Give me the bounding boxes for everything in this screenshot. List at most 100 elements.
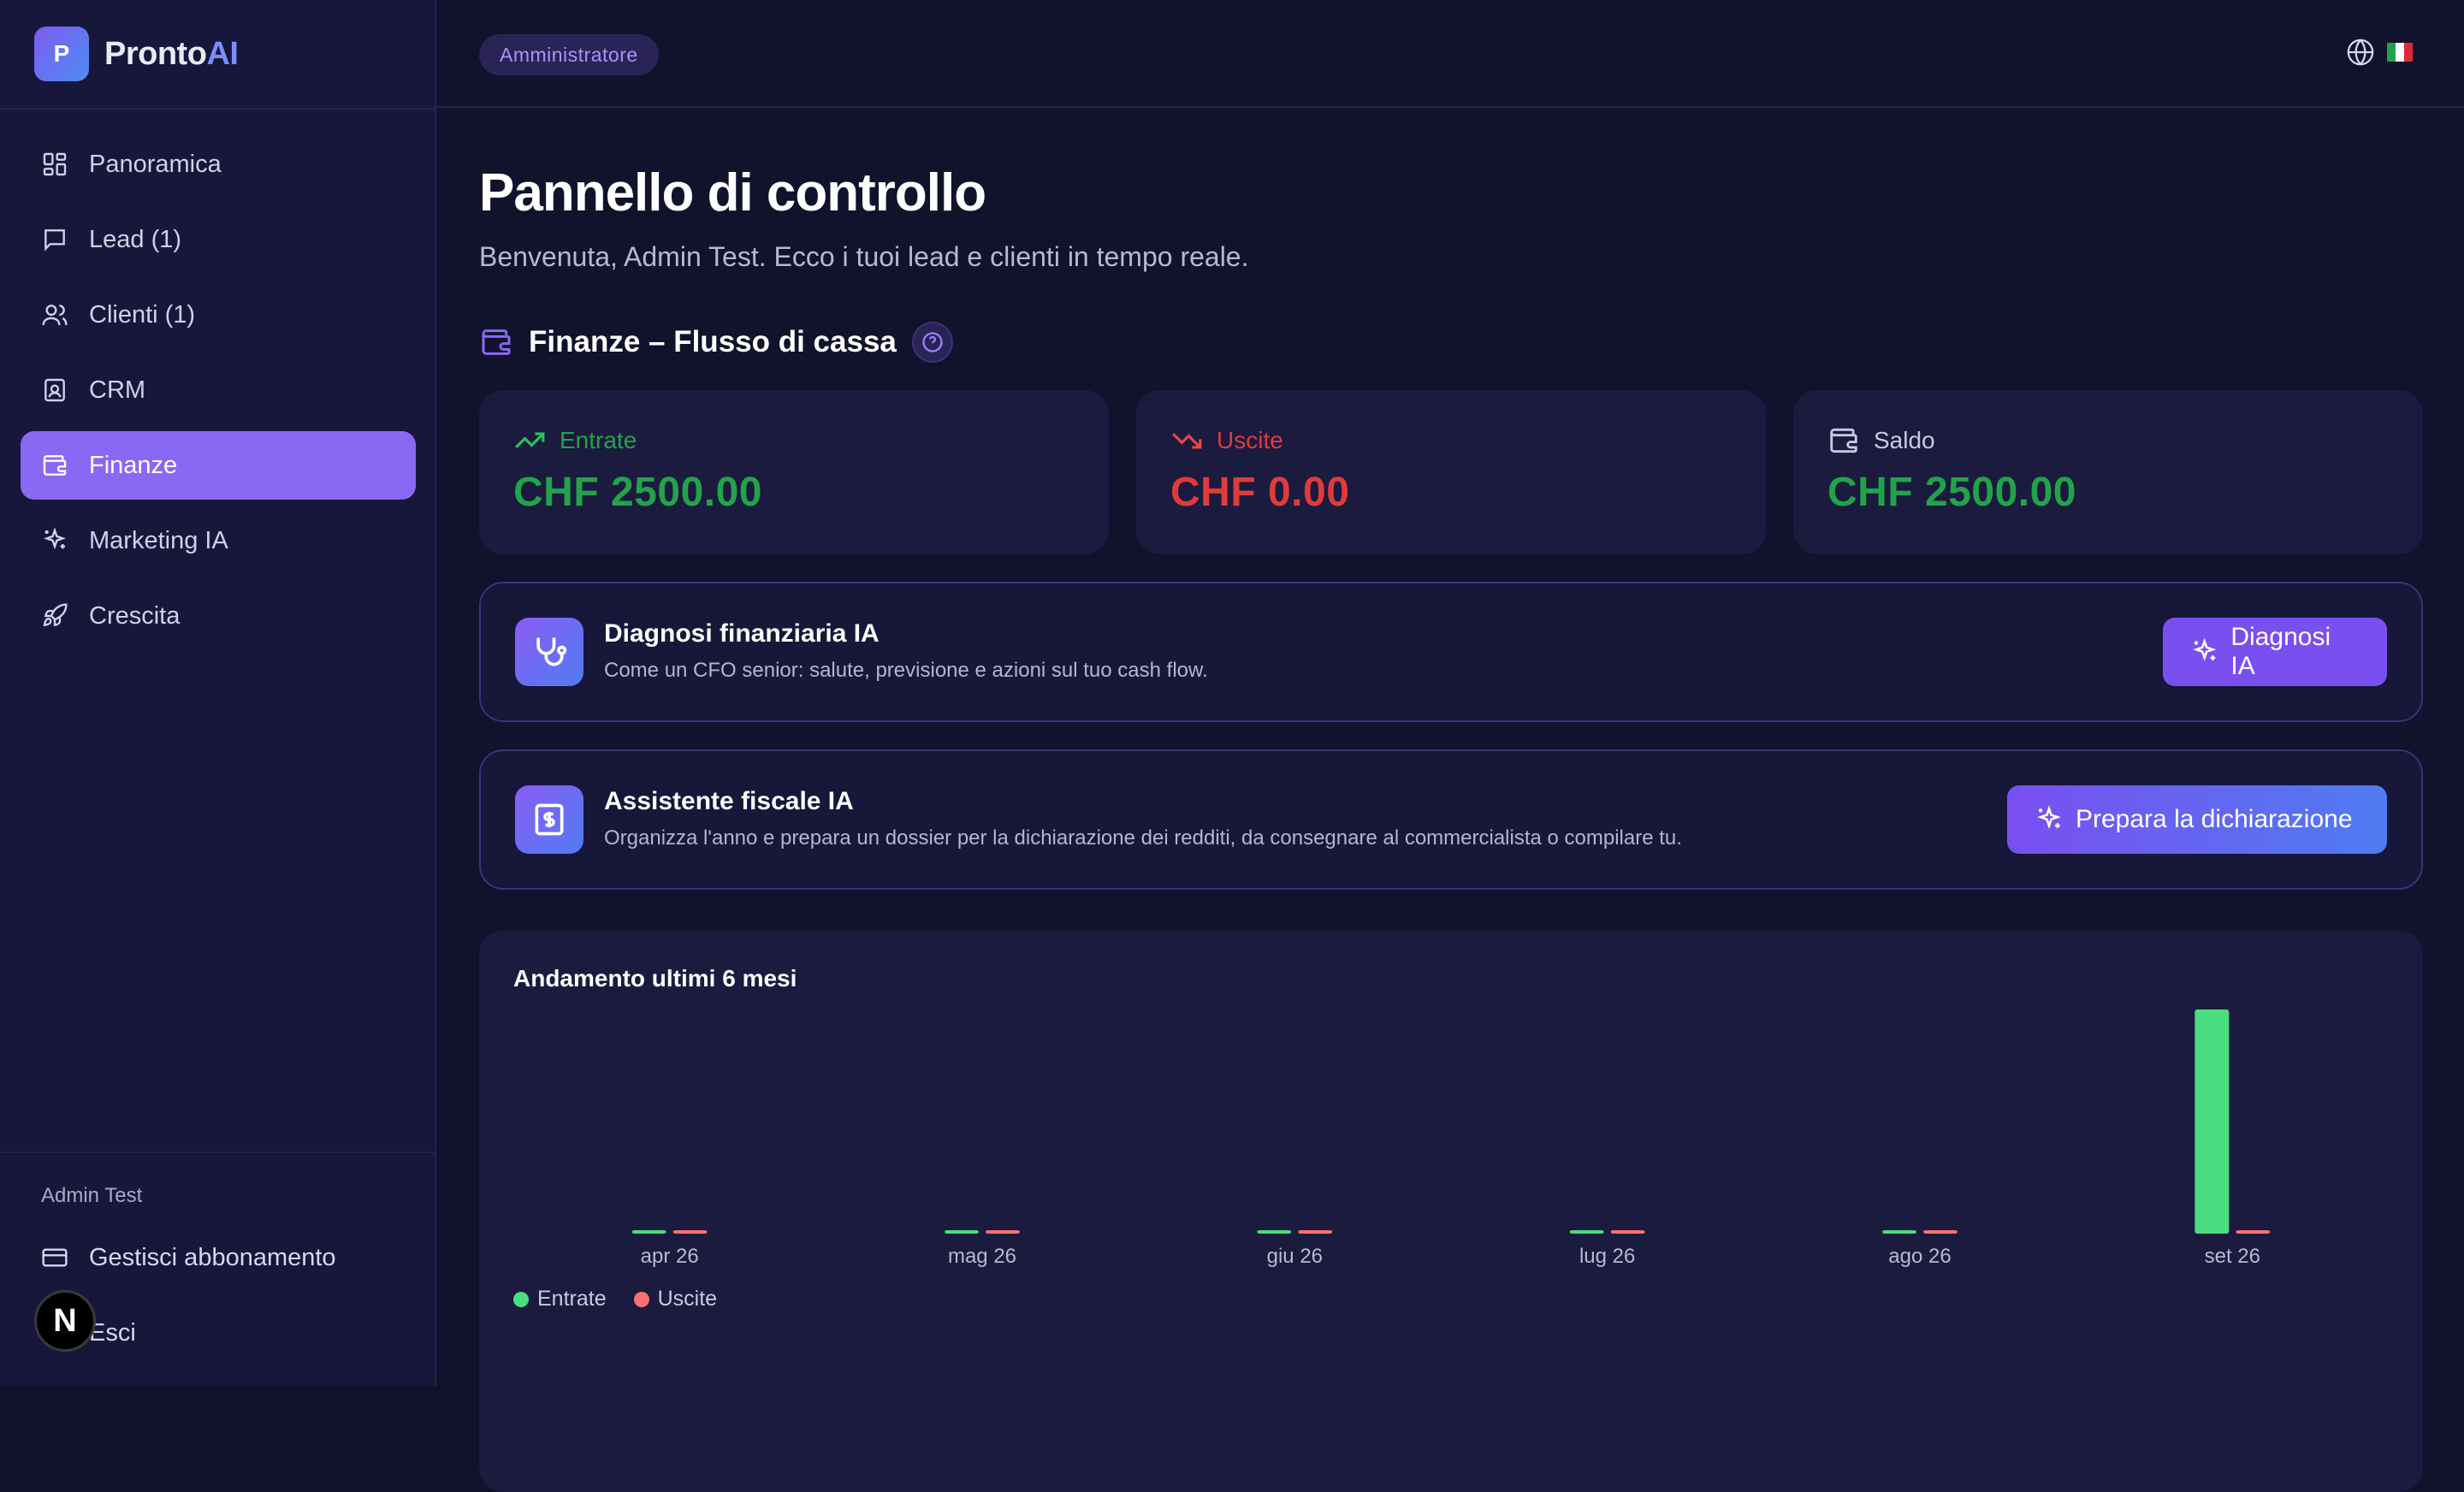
app-logo[interactable]: P ProntoAI — [34, 26, 239, 82]
expenses-label-row: Uscite — [1170, 424, 1732, 457]
user-name: Admin Test — [41, 1184, 143, 1207]
legend-item-uscite[interactable]: Uscite — [633, 1287, 718, 1311]
bar-uscite-set-26[interactable] — [2236, 1230, 2271, 1234]
bar-entrate-mag-26[interactable] — [945, 1230, 979, 1234]
sidebar-item-label: CRM — [89, 376, 146, 404]
legend-item-entrate[interactable]: Entrate — [513, 1287, 607, 1311]
app-name-part1: Pronto — [104, 35, 207, 72]
tax-title: Assistente fiscale IA — [604, 787, 854, 815]
page-title: Pannello di controllo — [479, 163, 986, 222]
legend-label: Uscite — [657, 1287, 718, 1311]
dev-tools-badge[interactable]: N — [34, 1290, 96, 1352]
sparkles-icon — [2037, 805, 2061, 829]
bar-entrate-apr-26[interactable] — [631, 1230, 666, 1234]
contact-icon — [44, 378, 65, 402]
income-value: CHF 2500.00 — [513, 470, 762, 515]
sidebar-item-label: Finanze — [89, 451, 178, 479]
tax-icon-tile — [515, 785, 583, 854]
cashflow-bar-chart: apr 26 mag 26 giu 26 lug 26 ago 26 set 26 — [631, 1009, 2271, 1268]
x-tick-label: lug 26 — [1579, 1245, 1635, 1268]
bar-uscite-mag-26[interactable] — [986, 1230, 1020, 1234]
sidebar-item-lead[interactable]: Lead (1) — [21, 205, 416, 274]
balance-card: Saldo CHF 2500.00 — [1793, 390, 2423, 554]
income-card: Entrate CHF 2500.00 — [479, 390, 1109, 554]
income-label-row: Entrate — [513, 424, 1075, 457]
balance-label-row: Saldo — [1827, 424, 2389, 457]
tax-description: Organizza l'anno e prepara un dossier pe… — [604, 826, 1682, 850]
help-button[interactable] — [911, 322, 953, 363]
bar-entrate-lug-26[interactable] — [1569, 1230, 1604, 1234]
tax-assistant-card: Assistente fiscale IA Organizza l'anno e… — [479, 749, 2423, 890]
x-tick-label: set 26 — [2205, 1245, 2260, 1268]
sidebar-footer: Admin Test Gestisci abbonamento Esci — [0, 1152, 435, 1347]
role-badge: Amministratore — [479, 34, 659, 75]
app-name: ProntoAI — [104, 35, 239, 73]
sparkles-icon — [2193, 637, 2217, 661]
finance-section-title: Finanze – Flusso di cassa — [479, 322, 953, 363]
legend-label: Entrate — [537, 1287, 607, 1311]
balance-value: CHF 2500.00 — [1827, 470, 2076, 515]
prepare-tax-return-button[interactable]: Prepara la dichiarazione — [2007, 785, 2387, 854]
sidebar-divider — [0, 108, 435, 110]
bar-uscite-ago-26[interactable] — [1923, 1230, 1958, 1234]
bar-entrate-giu-26[interactable] — [1257, 1230, 1292, 1234]
x-tick-label: giu 26 — [1267, 1245, 1323, 1268]
bar-uscite-giu-26[interactable] — [1298, 1230, 1333, 1234]
sparkles-icon — [43, 527, 67, 550]
sidebar-item-crm[interactable]: CRM — [21, 356, 416, 424]
sidebar-item-label: Crescita — [89, 601, 181, 630]
sidebar-item-crescita[interactable]: Crescita — [21, 582, 416, 650]
expenses-card: Uscite CHF 0.00 — [1136, 390, 1766, 554]
stethoscope-icon — [536, 637, 567, 666]
sidebar-item-label: Panoramica — [89, 150, 222, 178]
prepare-tax-return-label: Prepara la dichiarazione — [2076, 805, 2353, 833]
globe-icon — [2347, 38, 2374, 66]
language-switcher[interactable] — [2346, 38, 2413, 67]
credit-card-icon — [42, 1248, 68, 1267]
app-name-part2: AI — [206, 35, 239, 72]
sidebar-item-label: Lead (1) — [89, 225, 182, 253]
help-circle-icon — [922, 332, 943, 352]
diagnosis-title: Diagnosi finanziaria IA — [604, 619, 880, 648]
bar-entrate-set-26[interactable] — [2194, 1009, 2230, 1234]
sidebar-nav: Panoramica Lead (1) Clienti (1) CRM Fina… — [21, 130, 416, 657]
diagnosis-button-label: Diagnosi IA — [2230, 623, 2331, 680]
receipt-dollar-icon — [535, 803, 564, 836]
sidebar-item-finanze[interactable]: Finanze — [21, 431, 416, 500]
income-label: Entrate — [560, 427, 637, 453]
wallet-icon — [43, 455, 67, 476]
expenses-value: CHF 0.00 — [1170, 470, 1350, 515]
grid-icon — [43, 152, 67, 176]
x-tick-label: mag 26 — [948, 1245, 1016, 1268]
logo-mark: P — [34, 27, 89, 81]
sidebar: P ProntoAI Panoramica Lead (1) Clienti (… — [0, 0, 436, 1386]
expenses-label: Uscite — [1217, 427, 1283, 453]
sidebar-item-panoramica[interactable]: Panoramica — [21, 130, 416, 198]
manage-subscription-button[interactable]: Gestisci abbonamento — [41, 1232, 336, 1283]
sidebar-item-marketing-ia[interactable]: Marketing IA — [21, 506, 416, 575]
sidebar-item-label: Clienti (1) — [89, 300, 196, 329]
bar-uscite-apr-26[interactable] — [672, 1230, 708, 1234]
diagnosis-button[interactable]: Diagnosi IA — [2163, 618, 2387, 686]
sidebar-item-clienti[interactable]: Clienti (1) — [21, 281, 416, 349]
finance-section-label: Finanze – Flusso di cassa — [529, 325, 897, 358]
financial-diagnosis-card: Diagnosi finanziaria IA Come un CFO seni… — [479, 582, 2423, 722]
topbar: Amministratore — [436, 0, 2464, 108]
cashflow-chart-card: Andamento ultimi 6 mesi apr 26 mag 26 giu … — [479, 931, 2423, 1492]
x-tick-label: apr 26 — [641, 1245, 699, 1268]
manage-subscription-label: Gestisci abbonamento — [89, 1243, 336, 1271]
logout-label: Esci — [89, 1318, 136, 1347]
diagnosis-description: Come un CFO senior: salute, previsione e… — [604, 659, 1208, 682]
chart-legend: Entrate Uscite — [513, 1287, 744, 1311]
bar-entrate-ago-26[interactable] — [1882, 1230, 1916, 1234]
wallet-icon — [1830, 428, 1857, 453]
bar-uscite-lug-26[interactable] — [1610, 1230, 1645, 1234]
trending-up-icon — [515, 432, 545, 449]
legend-dot — [513, 1291, 529, 1307]
italy-flag-icon — [2387, 43, 2413, 62]
users-icon — [42, 305, 68, 326]
page-subtitle: Benvenuta, Admin Test. Ecco i tuoi lead … — [479, 241, 1249, 272]
wallet-icon — [482, 329, 511, 355]
x-tick-label: ago 26 — [1888, 1245, 1951, 1268]
message-icon — [44, 229, 65, 252]
